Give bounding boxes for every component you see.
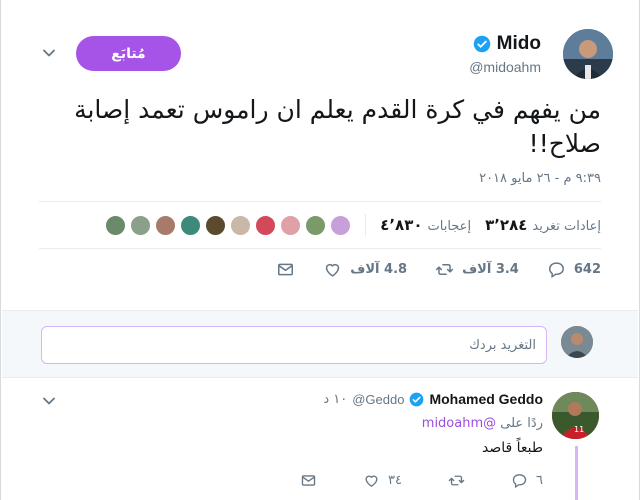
retweet-action[interactable]: 3.4 آلاف (435, 260, 519, 279)
reply-icon (512, 474, 527, 489)
reply-actions: ٦ ٣٤ (300, 472, 543, 489)
reply-author-name[interactable]: Mohamed Geddo (429, 391, 543, 407)
message-action[interactable] (276, 260, 295, 279)
divider (39, 201, 601, 202)
likers-avatars[interactable] (105, 214, 352, 236)
replying-to-handle[interactable]: @midoahm (422, 416, 496, 431)
retweet-icon (448, 475, 465, 486)
likes-label: إعجابات (427, 219, 472, 234)
message-icon (278, 263, 294, 276)
like-icon (326, 263, 340, 277)
reply-text: طبعاً قاصد (481, 440, 543, 456)
replying-to: ردًا على @midoahm (422, 416, 543, 431)
chevron-down-icon[interactable] (41, 45, 57, 61)
tweet-stats: ٣٬٢٨٤ إعادات تغريد ٤٬٨٣٠ إعجابات (105, 212, 601, 238)
liker-avatar[interactable] (330, 214, 352, 236)
current-user-avatar (561, 326, 593, 358)
like-count: 4.8 آلاف (350, 262, 408, 277)
liker-avatar[interactable] (230, 214, 252, 236)
liker-avatar[interactable] (130, 214, 152, 236)
message-icon (301, 475, 316, 486)
stats-divider (365, 214, 367, 236)
likes-count: ٤٬٨٣٠ (380, 216, 423, 234)
retweets-stat[interactable]: ٣٬٢٨٤ إعادات تغريد (485, 216, 601, 234)
liker-avatar[interactable] (280, 214, 302, 236)
reply-message-action[interactable] (300, 472, 317, 489)
retweets-count: ٣٬٢٨٤ (485, 216, 528, 234)
retweets-label: إعادات تغريد (532, 219, 601, 234)
reply-reply-action[interactable]: ٦ (511, 472, 543, 489)
reply-reply-count: ٦ (536, 473, 543, 488)
divider (39, 248, 601, 249)
thread-line (575, 446, 578, 500)
verified-icon (410, 392, 424, 406)
following-button[interactable]: مُتابَع (76, 36, 181, 71)
reply-author-avatar[interactable]: 11 (552, 392, 599, 439)
replying-to-label: ردًا على (500, 416, 543, 431)
reply-count: 642 (573, 262, 601, 277)
liker-avatar[interactable] (205, 214, 227, 236)
reply-retweet-action[interactable] (448, 472, 465, 489)
reply-action[interactable]: 642 (547, 260, 601, 279)
author-avatar[interactable] (563, 29, 613, 79)
author-name-row[interactable]: Mido (473, 33, 541, 55)
svg-text:11: 11 (574, 425, 584, 434)
liker-avatar[interactable] (255, 214, 277, 236)
like-action[interactable]: 4.8 آلاف (323, 260, 407, 279)
author-name[interactable]: Mido (497, 33, 541, 55)
reply-like-count: ٣٤ (388, 473, 403, 488)
tweet-actions: 642 3.4 آلاف 4.8 آلاف (276, 260, 601, 279)
liker-avatar[interactable] (105, 214, 127, 236)
verified-icon (473, 35, 490, 53)
tweet-timestamp[interactable]: ٩:٣٩ م - ٢٦ مايو ٢٠١٨ (479, 171, 601, 186)
liker-avatar[interactable] (155, 214, 177, 236)
chevron-down-icon[interactable] (41, 393, 57, 409)
liker-avatar[interactable] (180, 214, 202, 236)
retweet-count: 3.4 آلاف (462, 262, 519, 277)
reply-author-handle[interactable]: @Geddo (352, 392, 404, 407)
reply-time[interactable]: ١٠ د (323, 392, 347, 407)
retweet-icon (435, 263, 454, 276)
tweet-text: من يفهم في كرة القدم يعلم ان راموس تعمد … (74, 95, 601, 158)
like-icon (365, 475, 378, 487)
reply-header: Mohamed Geddo @Geddo ١٠ د (323, 391, 543, 407)
tweet-detail-panel: Mido @midoahm مُتابَع من يفهم في كرة الق… (0, 0, 640, 500)
reply-like-action[interactable]: ٣٤ (363, 472, 402, 489)
reply-input[interactable] (41, 326, 547, 364)
likes-stat[interactable]: ٤٬٨٣٠ إعجابات (380, 216, 471, 234)
reply-icon (548, 262, 564, 279)
liker-avatar[interactable] (305, 214, 327, 236)
author-handle[interactable]: @midoahm (469, 59, 541, 75)
